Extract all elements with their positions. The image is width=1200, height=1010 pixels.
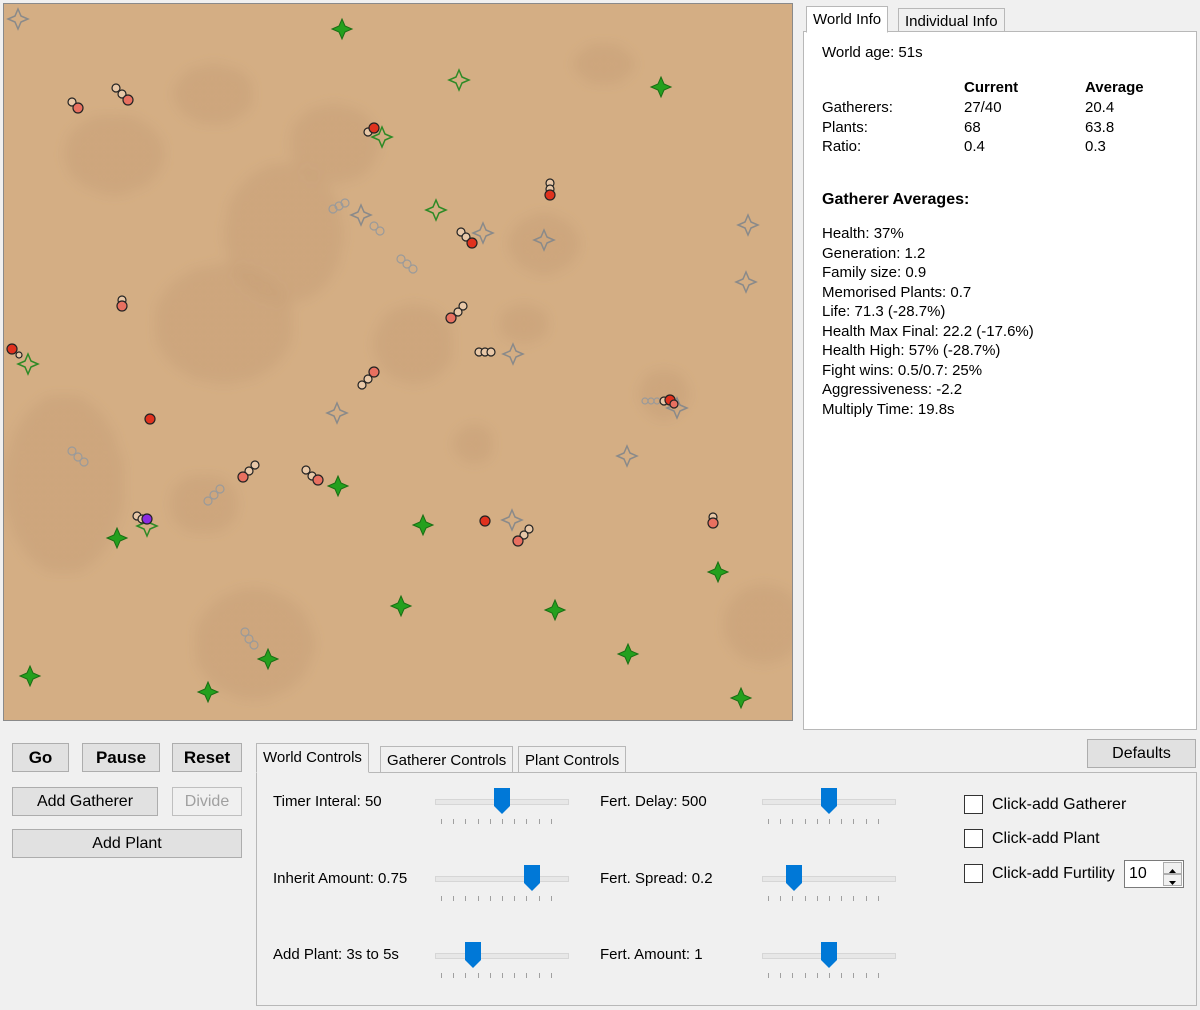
stat-average-gatherers: 20.4 (1085, 99, 1115, 116)
stat-label-gatherers: Gatherers: (822, 99, 893, 116)
col-average-header: Average (1085, 79, 1144, 96)
gatherer-averages-title: Gatherer Averages: (822, 191, 970, 208)
col-current-header: Current (964, 79, 1019, 96)
reset-button[interactable]: Reset (172, 743, 242, 772)
add-gatherer-button[interactable]: Add Gatherer (12, 787, 158, 816)
slider-label-add-plant: Add Plant: 3s to 5s (273, 946, 399, 963)
inherit-amount-slider[interactable] (435, 863, 569, 903)
slider-label-fert-delay: Fert. Delay: 500 (600, 793, 707, 810)
furtility-amount-value: 10 (1129, 865, 1147, 882)
avg-multiply-time: Multiply Time: 19.8s (822, 401, 955, 418)
tab-plant-controls[interactable]: Plant Controls (518, 746, 627, 773)
spin-up-button[interactable] (1163, 862, 1182, 874)
fert-spread-slider[interactable] (762, 863, 896, 903)
stat-label-plants: Plants: (822, 119, 868, 136)
slider-thumb[interactable] (821, 788, 837, 814)
add-plant-button[interactable]: Add Plant (12, 829, 242, 858)
timer-interval-slider[interactable] (435, 786, 569, 826)
stat-current-ratio: 0.4 (964, 138, 985, 155)
avg-health: Health: 37% (822, 225, 904, 242)
slider-ticks (441, 973, 552, 978)
slider-ticks (768, 896, 879, 901)
slider-label-fert-amount: Fert. Amount: 1 (600, 946, 703, 963)
click-add-plant-checkbox[interactable] (964, 829, 983, 848)
world-info-panel: World age: 51s Current Average Gatherers… (803, 31, 1197, 730)
go-button[interactable]: Go (12, 743, 69, 772)
stat-current-plants: 68 (964, 119, 981, 136)
slider-ticks (768, 819, 879, 824)
defaults-button[interactable]: Defaults (1087, 739, 1196, 768)
slider-thumb[interactable] (465, 942, 481, 968)
fert-amount-slider[interactable] (762, 940, 896, 980)
divide-button[interactable]: Divide (172, 787, 242, 816)
fert-delay-slider[interactable] (762, 786, 896, 826)
slider-ticks (441, 819, 552, 824)
stat-average-ratio: 0.3 (1085, 138, 1106, 155)
stat-average-plants: 63.8 (1085, 119, 1115, 136)
click-add-furtility-checkbox[interactable] (964, 864, 983, 883)
add-plant-slider[interactable] (435, 940, 569, 980)
slider-ticks (441, 896, 552, 901)
slider-track (435, 876, 569, 882)
avg-health-high: Health High: 57% (-28.7%) (822, 342, 1001, 359)
slider-thumb[interactable] (494, 788, 510, 814)
avg-memorised-plants: Memorised Plants: 0.7 (822, 284, 972, 301)
click-add-furtility-label: Click-add Furtility (992, 865, 1115, 882)
avg-life: Life: 71.3 (-28.7%) (822, 303, 946, 320)
tab-world-controls[interactable]: World Controls (256, 743, 369, 773)
avg-health-max-final: Health Max Final: 22.2 (-17.6%) (822, 323, 1034, 340)
slider-thumb[interactable] (821, 942, 837, 968)
furtility-amount-input[interactable]: 10 (1124, 860, 1184, 888)
slider-ticks (768, 973, 879, 978)
avg-aggressiveness: Aggressiveness: -2.2 (822, 381, 963, 398)
chevron-down-icon (1169, 881, 1176, 885)
click-add-plant-label: Click-add Plant (992, 830, 1100, 847)
click-add-gatherer-checkbox[interactable] (964, 795, 983, 814)
spin-down-button[interactable] (1163, 874, 1182, 886)
slider-label-fert-spread: Fert. Spread: 0.2 (600, 870, 713, 887)
avg-fight-wins: Fight wins: 0.5/0.7: 25% (822, 362, 983, 379)
click-add-gatherer-label: Click-add Gatherer (992, 796, 1127, 813)
slider-label-inherit-amount: Inherit Amount: 0.75 (273, 870, 408, 887)
slider-thumb[interactable] (524, 865, 540, 891)
world-canvas[interactable] (3, 3, 793, 721)
slider-thumb[interactable] (786, 865, 802, 891)
stat-current-gatherers: 27/40 (964, 99, 1002, 116)
avg-generation: Generation: 1.2 (822, 245, 926, 262)
stat-label-ratio: Ratio: (822, 138, 862, 155)
avg-family-size: Family size: 0.9 (822, 264, 927, 281)
slider-track (762, 876, 896, 882)
tab-world-info[interactable]: World Info (806, 6, 889, 33)
pause-button[interactable]: Pause (82, 743, 160, 772)
slider-track (435, 953, 569, 959)
world-age: World age: 51s (822, 44, 923, 61)
slider-label-timer-interval: Timer Interal: 50 (273, 793, 382, 810)
tab-gatherer-controls[interactable]: Gatherer Controls (380, 746, 514, 773)
